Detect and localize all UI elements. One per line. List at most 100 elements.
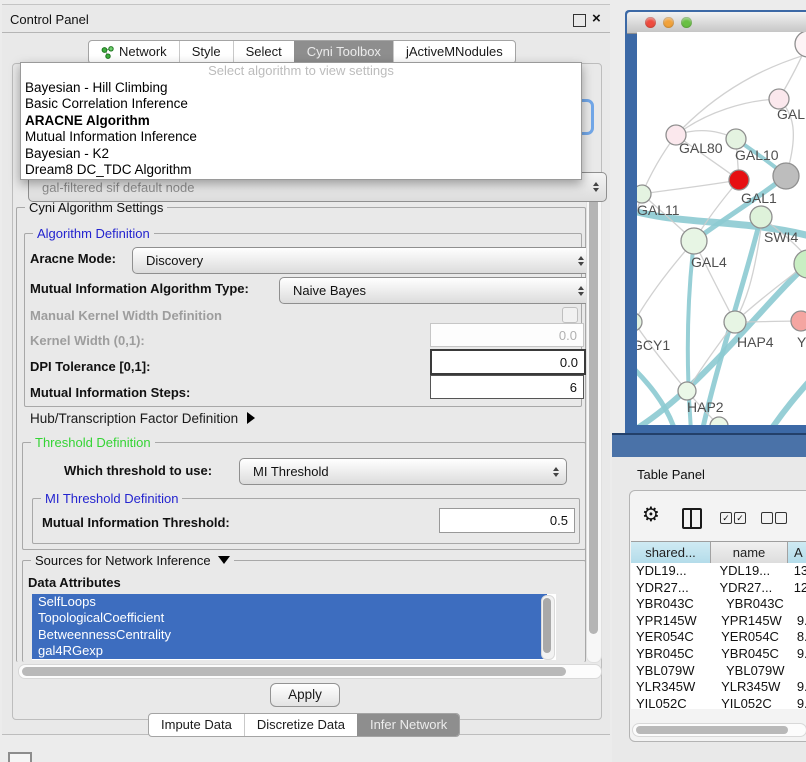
control-panel: Control Panel × Network Style Select Cyn… (2, 4, 610, 735)
attribute-list-item[interactable]: SelfLoops (32, 594, 547, 610)
close-traffic-light[interactable] (645, 17, 656, 28)
table-row[interactable]: YIL052C YIL052C 9. (631, 696, 806, 709)
unchecked-checkbox-icon[interactable] (775, 512, 787, 524)
tab-impute-data[interactable]: Impute Data (149, 714, 244, 736)
table-row[interactable]: YLR345W YLR345W 9. (631, 679, 806, 696)
graph-node[interactable] (795, 32, 806, 57)
collapsed-arrow-icon (247, 412, 255, 424)
graph-node[interactable] (678, 382, 696, 400)
tab-jactivemnodules[interactable]: jActiveMNodules (393, 41, 515, 63)
group-title: Threshold Definition (31, 435, 155, 450)
graph-edge[interactable] (637, 241, 694, 322)
network-window-titlebar[interactable] (627, 12, 806, 34)
tab-network[interactable]: Network (89, 41, 179, 63)
graph-edge[interactable] (687, 322, 735, 391)
dropdown-item[interactable]: Mutual Information Inference (21, 129, 581, 145)
tab-discretize-data[interactable]: Discretize Data (244, 714, 357, 736)
graph-node[interactable] (710, 417, 728, 425)
minimize-traffic-light[interactable] (663, 17, 674, 28)
dropdown-item[interactable]: Dream8 DC_TDC Algorithm (21, 162, 581, 178)
column-header-partial[interactable]: A (787, 541, 806, 564)
combo-stepper-icon (578, 256, 584, 266)
kernel-width-field[interactable]: 0.0 (430, 323, 584, 347)
manual-kernel-checkbox[interactable] (562, 307, 578, 323)
table-row[interactable]: YDR27... YDR27... 12 (631, 580, 806, 597)
kernel-width-label: Kernel Width (0,1): (30, 333, 145, 348)
graph-node[interactable] (791, 311, 806, 331)
table-row[interactable]: YDL19... YDL19... 13 (631, 563, 806, 580)
aracne-mode-combo[interactable]: Discovery (132, 247, 592, 274)
table-panel-title: Table Panel (637, 467, 705, 482)
checked-checkbox-icon[interactable]: ✓ (720, 512, 732, 524)
mi-steps-field[interactable]: 6 (430, 375, 584, 399)
dpi-tolerance-field[interactable]: 0.0 (430, 349, 586, 375)
tab-cyni-toolbox[interactable]: Cyni Toolbox (294, 41, 393, 63)
combo-stepper-icon (553, 467, 559, 477)
settings-horizontal-scrollbar[interactable] (18, 664, 602, 679)
mi-algorithm-type-combo[interactable]: Naive Bayes (279, 277, 592, 304)
table-row[interactable]: YBR043C YBR043C (631, 596, 806, 613)
which-threshold-label: Which threshold to use: (64, 463, 212, 478)
manual-kernel-label: Manual Kernel Width Definition (30, 308, 222, 323)
dropdown-item[interactable]: ARACNE Algorithm (21, 113, 581, 129)
data-attributes-label: Data Attributes (28, 575, 121, 590)
combo-stepper-icon (578, 286, 584, 296)
graph-node[interactable] (726, 129, 746, 149)
graph-node-label: GAL11 (637, 202, 680, 218)
hub-factor-expander[interactable]: Hub/Transcription Factor Definition (30, 411, 255, 426)
graph-node[interactable] (637, 185, 651, 203)
table-row[interactable]: YPR145W YPR145W 9. (631, 613, 806, 630)
graph-edge[interactable] (642, 180, 739, 194)
graph-node-label: GAL80 (679, 140, 723, 156)
attribute-list-item[interactable]: gal4RGexp (32, 643, 547, 659)
mi-algorithm-type-label: Mutual Information Algorithm Type: (30, 281, 249, 296)
dropdown-item[interactable]: Bayesian - Hill Climbing (21, 80, 581, 96)
dropdown-item[interactable]: Basic Correlation Inference (21, 96, 581, 112)
which-threshold-combo[interactable]: MI Threshold (239, 458, 567, 485)
dropdown-item[interactable]: Bayesian - K2 (21, 146, 581, 162)
checked-checkbox-icon[interactable]: ✓ (734, 512, 746, 524)
column-split-icon[interactable] (682, 508, 702, 529)
graph-edge[interactable] (768, 378, 806, 425)
zoom-traffic-light[interactable] (681, 17, 692, 28)
table-row[interactable]: YBL079W YBL079W (631, 663, 806, 680)
graph-node-label: HAP2 (687, 399, 724, 415)
network-view-window: GALGAL80GAL10GAL1GAL11SWI4GAL4HAP4YGCY1H… (625, 10, 806, 433)
graph-node[interactable] (724, 311, 746, 333)
tab-style[interactable]: Style (179, 41, 233, 63)
table-horizontal-scrollbar[interactable] (632, 723, 806, 737)
minimized-panel-icon[interactable] (8, 752, 32, 762)
attribute-list-item[interactable]: TopologicalCoefficient (32, 610, 547, 626)
graph-node[interactable] (773, 163, 799, 189)
graph-node[interactable] (681, 228, 707, 254)
aracne-mode-label: Aracne Mode: (30, 251, 116, 266)
column-header-shared-name[interactable]: shared... (631, 541, 710, 564)
tab-select[interactable]: Select (233, 41, 294, 63)
mi-threshold-field[interactable]: 0.5 (439, 508, 575, 533)
apply-button[interactable]: Apply (270, 683, 340, 707)
network-icon (101, 46, 114, 59)
screen: Control Panel × Network Style Select Cyn… (0, 0, 806, 762)
float-window-icon[interactable] (573, 14, 586, 27)
attribute-list-scrollbar[interactable] (541, 595, 555, 660)
table-row[interactable]: YER054C YER054C 8. (631, 629, 806, 646)
settings-vertical-scrollbar[interactable] (586, 195, 602, 663)
tab-infer-network[interactable]: Infer Network (357, 714, 459, 736)
graph-node-label: GAL10 (735, 147, 779, 163)
table-row[interactable]: YBR045C YBR045C 9. (631, 646, 806, 663)
table-panel: Table Panel ⚙ ✓ ✓ shared... name A (612, 457, 806, 762)
close-icon[interactable]: × (592, 10, 603, 21)
graph-node[interactable] (729, 170, 749, 190)
graph-node[interactable] (637, 313, 642, 331)
desktop-background (612, 433, 806, 459)
graph-node[interactable] (750, 206, 772, 228)
graph-edge[interactable] (735, 228, 761, 322)
column-header-name[interactable]: name (710, 541, 787, 564)
unchecked-checkbox-icon[interactable] (761, 512, 773, 524)
network-canvas[interactable]: GALGAL80GAL10GAL1GAL11SWI4GAL4HAP4YGCY1H… (637, 32, 806, 425)
attribute-list-item[interactable]: BetweennessCentrality (32, 627, 547, 643)
graph-edge[interactable] (676, 99, 779, 135)
graph-node-label: GAL4 (691, 254, 727, 270)
sources-expander[interactable]: Sources for Network Inference (31, 553, 234, 568)
gear-icon[interactable]: ⚙ (642, 504, 660, 524)
